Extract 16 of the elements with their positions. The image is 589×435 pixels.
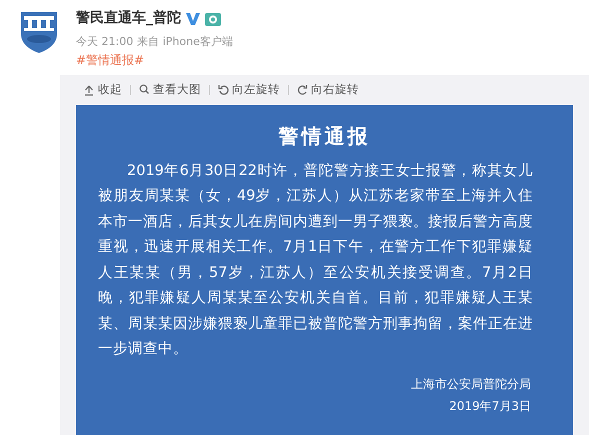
author-name[interactable]: 警民直通车_普陀 xyxy=(76,8,181,28)
rotate-left-icon xyxy=(218,84,229,96)
up-arrow-icon xyxy=(84,84,95,96)
zoom-button[interactable]: 查看大图 xyxy=(131,80,209,98)
post-source: 来自 iPhone客户端 xyxy=(137,34,233,50)
post-time: 今天 21:00 xyxy=(76,34,134,50)
notice-title: 警情通报 xyxy=(277,122,372,150)
search-icon xyxy=(139,84,150,96)
rotate-right-button[interactable]: 向右旋转 xyxy=(289,80,367,98)
notice-date: 2019年7月3日 xyxy=(448,398,532,414)
notice-issuer: 上海市公安局普陀分局 xyxy=(410,376,532,392)
notice-body: 2019年6月30日22时许，普陀警方接王女士报警，称其女儿被朋友周某某（女，49岁，江苏人）从江苏老家带至上海并入住本市一酒店，后其女儿在房间内遭到一男子猥亵。接报后警方高度重视，迅速开展相关工作。7月1日下午，在警方工作下犯罪嫌疑人王某某（男，57岁，江苏人）至公安机关接受调查。7月2日晚，犯罪嫌疑人周某某至公安机关自首。目前，犯罪嫌疑人王某某、周某某因涉嫌猥亵儿童罪已被普陀警方刑事拘留，案件正在进一步调查中。 xyxy=(98,162,533,359)
rotate-right-icon xyxy=(297,84,308,96)
collapse-button[interactable]: 收起 xyxy=(76,80,130,98)
rotate-left-button[interactable]: 向左旋转 xyxy=(210,80,288,98)
notice-image[interactable] xyxy=(76,104,573,435)
